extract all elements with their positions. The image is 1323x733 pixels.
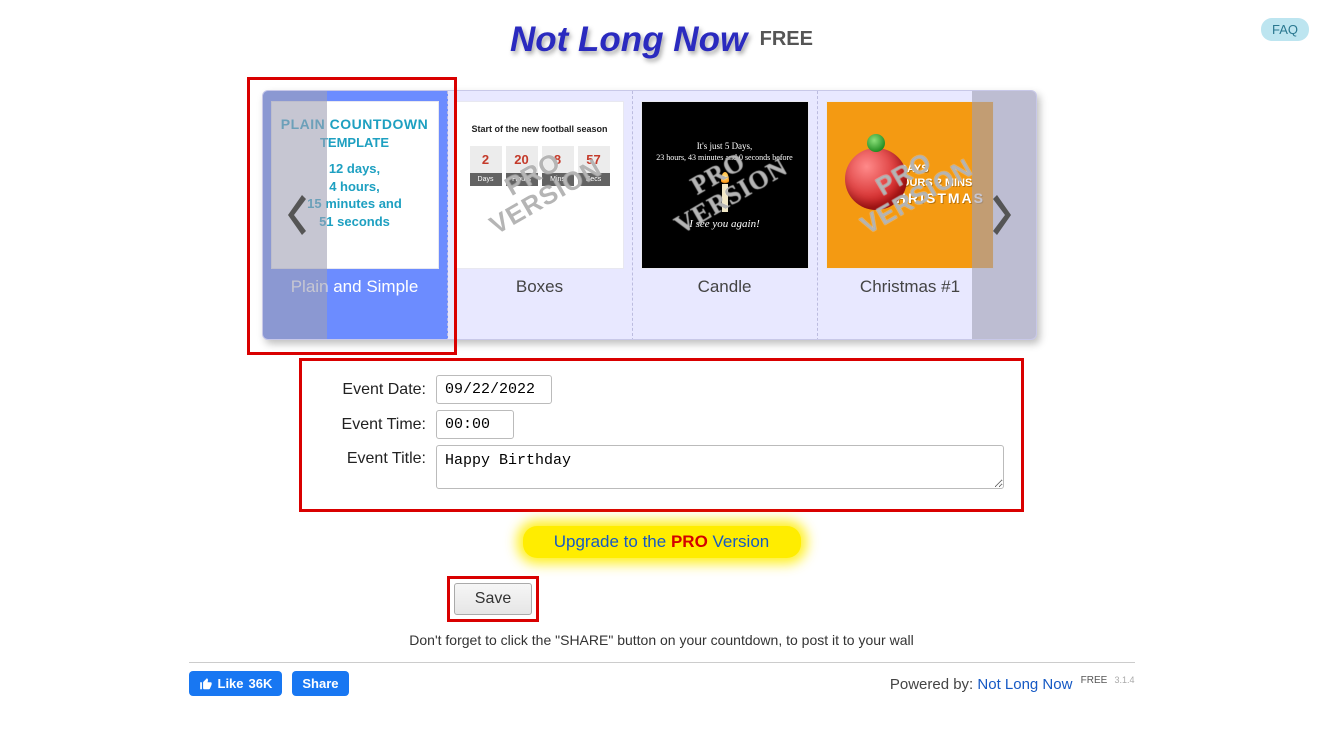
promo-text: Upgrade to the [554, 532, 671, 551]
template-label: Candle [639, 277, 811, 297]
powered-badge: FREE [1081, 675, 1108, 686]
page-title-wrap: Not Long Now FREE [0, 0, 1323, 60]
thumb-text: It's just 5 Days, [697, 141, 753, 151]
event-title-input[interactable] [436, 445, 1004, 489]
carousel-next-button[interactable] [972, 91, 1036, 339]
fb-like-button[interactable]: Like 36K [189, 671, 283, 696]
event-date-label: Event Date: [316, 381, 436, 399]
thumb-text: I see you again! [689, 218, 760, 230]
thumb-lbl: Secs [578, 173, 610, 186]
page-title-badge: FREE [760, 28, 813, 50]
thumbs-up-icon [199, 677, 213, 691]
social-buttons: Like 36K Share [189, 671, 349, 696]
template-thumb: Start of the new football season 2Days 2… [456, 101, 624, 269]
event-title-label: Event Title: [316, 445, 436, 468]
thumb-text: 23 hours, 43 minutes and 0 seconds befor… [656, 153, 792, 162]
thumb-num: 57 [578, 146, 610, 173]
version-text: 3.1.4 [1114, 675, 1134, 685]
chevron-left-icon [282, 193, 308, 237]
footer: Like 36K Share Powered by: Not Long Now … [189, 662, 1135, 696]
chevron-right-icon [991, 193, 1017, 237]
thumb-num: 20 [506, 146, 538, 173]
event-time-label: Event Time: [316, 416, 436, 434]
thumb-lbl: Mins [542, 173, 574, 186]
template-thumb: 84 DAYS 8 HOURS 2 MINS CHRISTMAS PROVERS… [826, 101, 994, 269]
promo-pro: PRO [671, 532, 708, 551]
like-label: Like [218, 676, 244, 691]
event-time-input[interactable] [436, 410, 514, 439]
thumb-text: Start of the new football season [465, 124, 615, 134]
event-form: Event Date: Event Time: Event Title: [299, 358, 1024, 512]
template-label: Boxes [454, 277, 626, 297]
thumb-lbl: Days [470, 173, 502, 186]
page-title: Not Long Now [510, 20, 747, 60]
thumb-lbl: Hours [506, 173, 538, 186]
promo-text: Version [708, 532, 769, 551]
save-button[interactable]: Save [454, 583, 532, 615]
save-highlight: Save [447, 576, 539, 622]
thumb-boxes-row: 2Days 20Hours 8Mins 57Secs [465, 146, 615, 186]
powered-by: Powered by: Not Long Now FREE 3.1.4 [890, 675, 1135, 693]
faq-button[interactable]: FAQ [1261, 18, 1309, 41]
share-reminder-text: Don't forget to click the "SHARE" button… [0, 632, 1323, 648]
thumb-num: 8 [542, 146, 574, 173]
template-carousel-wrap: PLAIN COUNTDOWN TEMPLATE 12 days, 4 hour… [262, 90, 1062, 340]
carousel-prev-button[interactable] [263, 91, 327, 339]
template-candle[interactable]: It's just 5 Days, 23 hours, 43 minutes a… [633, 91, 818, 340]
ornament-icon [845, 148, 907, 210]
share-label: Share [302, 676, 338, 691]
like-count: 36K [249, 676, 273, 691]
template-thumb: It's just 5 Days, 23 hours, 43 minutes a… [641, 101, 809, 269]
candle-icon [722, 184, 728, 212]
powered-label: Powered by: [890, 676, 978, 693]
template-boxes[interactable]: Start of the new football season 2Days 2… [448, 91, 633, 340]
upgrade-pro-link[interactable]: Upgrade to the PRO Version [523, 526, 801, 558]
fb-share-button[interactable]: Share [292, 671, 348, 696]
carousel-items: PLAIN COUNTDOWN TEMPLATE 12 days, 4 hour… [263, 91, 1036, 339]
powered-link[interactable]: Not Long Now [977, 676, 1072, 693]
template-carousel: PLAIN COUNTDOWN TEMPLATE 12 days, 4 hour… [262, 90, 1037, 340]
event-date-input[interactable] [436, 375, 552, 404]
thumb-num: 2 [470, 146, 502, 173]
